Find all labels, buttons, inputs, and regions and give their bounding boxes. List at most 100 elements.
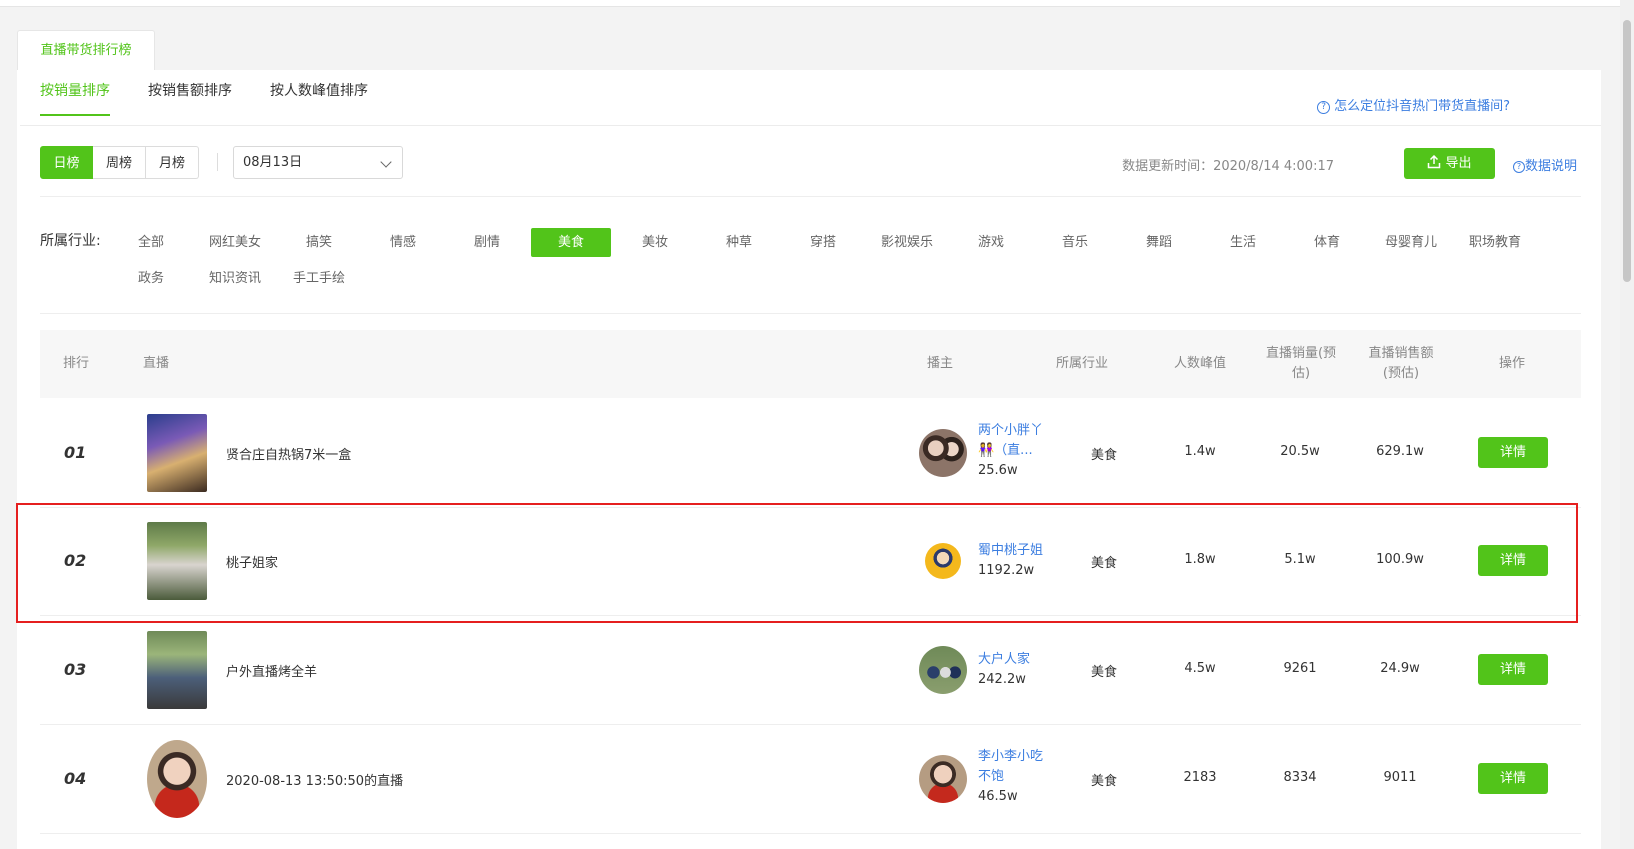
col-sales-line1: 直播销量(预 <box>1265 346 1337 361</box>
upload-icon <box>1428 154 1441 169</box>
live-thumbnail[interactable] <box>147 740 207 818</box>
scrollbar[interactable] <box>1620 0 1634 849</box>
export-button[interactable]: 导出 <box>1404 148 1495 179</box>
date-select-value: 08月13日 <box>243 155 303 170</box>
divider <box>40 313 1581 314</box>
help-circle-icon: ? <box>1513 161 1525 173</box>
period-weekly-button[interactable]: 周榜 <box>93 146 146 179</box>
data-note-label: 数据说明 <box>1525 159 1578 174</box>
industry-filter-item[interactable]: 情感 <box>363 228 443 257</box>
industry-filter-item[interactable]: 美食 <box>531 228 611 257</box>
period-daily-button[interactable]: 日榜 <box>40 146 93 179</box>
industry-filter-item[interactable]: 全部 <box>111 228 191 257</box>
peak-cell: 4.5w <box>1184 661 1216 676</box>
industry-filter-item[interactable]: 政务 <box>111 264 191 293</box>
help-link-label: 怎么定位抖音热门带货直播间? <box>1334 99 1510 114</box>
period-monthly-button[interactable]: 月榜 <box>146 146 199 179</box>
divider <box>40 196 1581 197</box>
peak-cell: 2183 <box>1183 770 1217 785</box>
industry-filter-item[interactable]: 知识资讯 <box>195 264 275 293</box>
sales-cell: 20.5w <box>1280 444 1320 459</box>
industry-filter-item[interactable]: 手工手绘 <box>279 264 359 293</box>
anchor-name-line2: 不饱 <box>978 769 1005 784</box>
industry-filter-item[interactable]: 生活 <box>1203 228 1283 257</box>
anchor-fans: 242.2w <box>978 672 1026 687</box>
live-thumbnail[interactable] <box>147 414 207 492</box>
detail-button[interactable]: 详情 <box>1478 654 1548 685</box>
industry-cell: 美食 <box>1090 665 1117 680</box>
col-industry: 所属行业 <box>1055 356 1108 371</box>
highlight-box <box>16 503 1578 623</box>
detail-button[interactable]: 详情 <box>1478 763 1548 794</box>
scrollbar-thumb[interactable] <box>1623 20 1631 282</box>
industry-filter-item[interactable]: 体育 <box>1287 228 1367 257</box>
industry-filter-item[interactable]: 影视娱乐 <box>867 228 947 257</box>
revenue-cell: 629.1w <box>1376 444 1424 459</box>
divider <box>20 125 1601 126</box>
industry-filter-item[interactable]: 舞蹈 <box>1119 228 1199 257</box>
sort-tab-by-revenue[interactable]: 按销售额排序 <box>148 80 232 116</box>
rank-number: 01 <box>64 443 87 462</box>
industry-filter-item[interactable]: 搞笑 <box>279 228 359 257</box>
sales-cell: 8334 <box>1283 770 1317 785</box>
industry-filter-item[interactable]: 穿搭 <box>783 228 863 257</box>
help-link[interactable]: ? 怎么定位抖音热门带货直播间? <box>1317 95 1510 114</box>
anchor-name[interactable]: 大户人家 <box>978 650 1054 670</box>
anchor-name-line1: 大户人家 <box>978 652 1031 667</box>
anchor-avatar[interactable] <box>919 429 967 477</box>
update-time: 数据更新时间：2020/8/14 4:00:17 <box>1122 159 1334 174</box>
anchor-fans: 46.5w <box>978 789 1018 804</box>
rank-number: 03 <box>64 660 87 679</box>
sort-tabs: 按销量排序 按销售额排序 按人数峰值排序 <box>40 80 368 116</box>
industry-filter-item[interactable]: 剧情 <box>447 228 527 257</box>
live-title[interactable]: 户外直播烤全羊 <box>226 661 317 680</box>
industry-filter-item[interactable]: 网红美女 <box>195 228 275 257</box>
industry-filter-item[interactable]: 职场教育 <box>1455 228 1535 257</box>
separator <box>217 153 218 171</box>
industry-filter-item[interactable]: 游戏 <box>951 228 1031 257</box>
anchor-name-line2: 👭（直... <box>978 443 1033 458</box>
date-select[interactable]: 08月13日 <box>233 146 403 179</box>
col-sales: 直播销量(预 估) <box>1256 344 1346 384</box>
rank-number: 04 <box>64 769 87 788</box>
detail-button[interactable]: 详情 <box>1478 437 1548 468</box>
top-strip <box>0 0 1620 7</box>
anchor-fans: 25.6w <box>978 463 1018 478</box>
anchor-avatar[interactable] <box>919 755 967 803</box>
help-circle-icon: ? <box>1317 101 1331 114</box>
sort-tab-by-peak[interactable]: 按人数峰值排序 <box>270 80 368 116</box>
industry-filter-item[interactable]: 种草 <box>699 228 779 257</box>
industry-label: 所属行业: <box>40 233 101 249</box>
data-note-link[interactable]: ? 数据说明 <box>1513 155 1577 174</box>
anchor-name[interactable]: 李小李小吃 不饱 <box>978 747 1054 787</box>
table-row: 03 户外直播烤全羊 大户人家 242.2w 美食 4.5w 9261 24.9… <box>40 616 1581 725</box>
anchor-name-line1: 李小李小吃 <box>978 749 1044 764</box>
col-rank: 排行 <box>62 356 89 371</box>
table-row: 04 2020-08-13 13:50:50的直播 李小李小吃 不饱 46.5w… <box>40 725 1581 834</box>
tab-live-sales-ranking[interactable]: 直播带货排行榜 <box>17 30 155 70</box>
live-title[interactable]: 贤合庄自热锅7米一盒 <box>226 444 351 463</box>
industry-filter-item[interactable]: 美妆 <box>615 228 695 257</box>
anchor-avatar[interactable] <box>919 646 967 694</box>
period-toggle: 日榜 周榜 月榜 <box>40 146 199 179</box>
col-peak: 人数峰值 <box>1173 356 1226 371</box>
revenue-cell: 9011 <box>1383 770 1417 785</box>
live-title[interactable]: 2020-08-13 13:50:50的直播 <box>226 770 403 789</box>
revenue-cell: 24.9w <box>1380 661 1420 676</box>
anchor-name[interactable]: 两个小胖丫 👭（直... <box>978 421 1054 461</box>
industry-filter-item[interactable]: 母婴育儿 <box>1371 228 1451 257</box>
industry-filter-item[interactable]: 音乐 <box>1035 228 1115 257</box>
col-anchor: 播主 <box>926 356 953 371</box>
live-thumbnail[interactable] <box>147 631 207 709</box>
col-live: 直播 <box>142 356 169 371</box>
col-sales-line2: 估) <box>1291 366 1311 381</box>
sales-cell: 9261 <box>1283 661 1317 676</box>
col-revenue-line2: (预估) <box>1382 366 1420 381</box>
table-header: 排行 直播 播主 所属行业 人数峰值 直播销量(预 估) 直播销售额 (预估) … <box>40 330 1581 398</box>
chevron-down-icon <box>380 156 392 168</box>
sort-tab-by-volume[interactable]: 按销量排序 <box>40 80 110 116</box>
peak-cell: 1.4w <box>1184 444 1216 459</box>
col-revenue-line1: 直播销售额 <box>1368 346 1434 361</box>
industry-cell: 美食 <box>1090 774 1117 789</box>
export-button-label: 导出 <box>1445 156 1472 171</box>
